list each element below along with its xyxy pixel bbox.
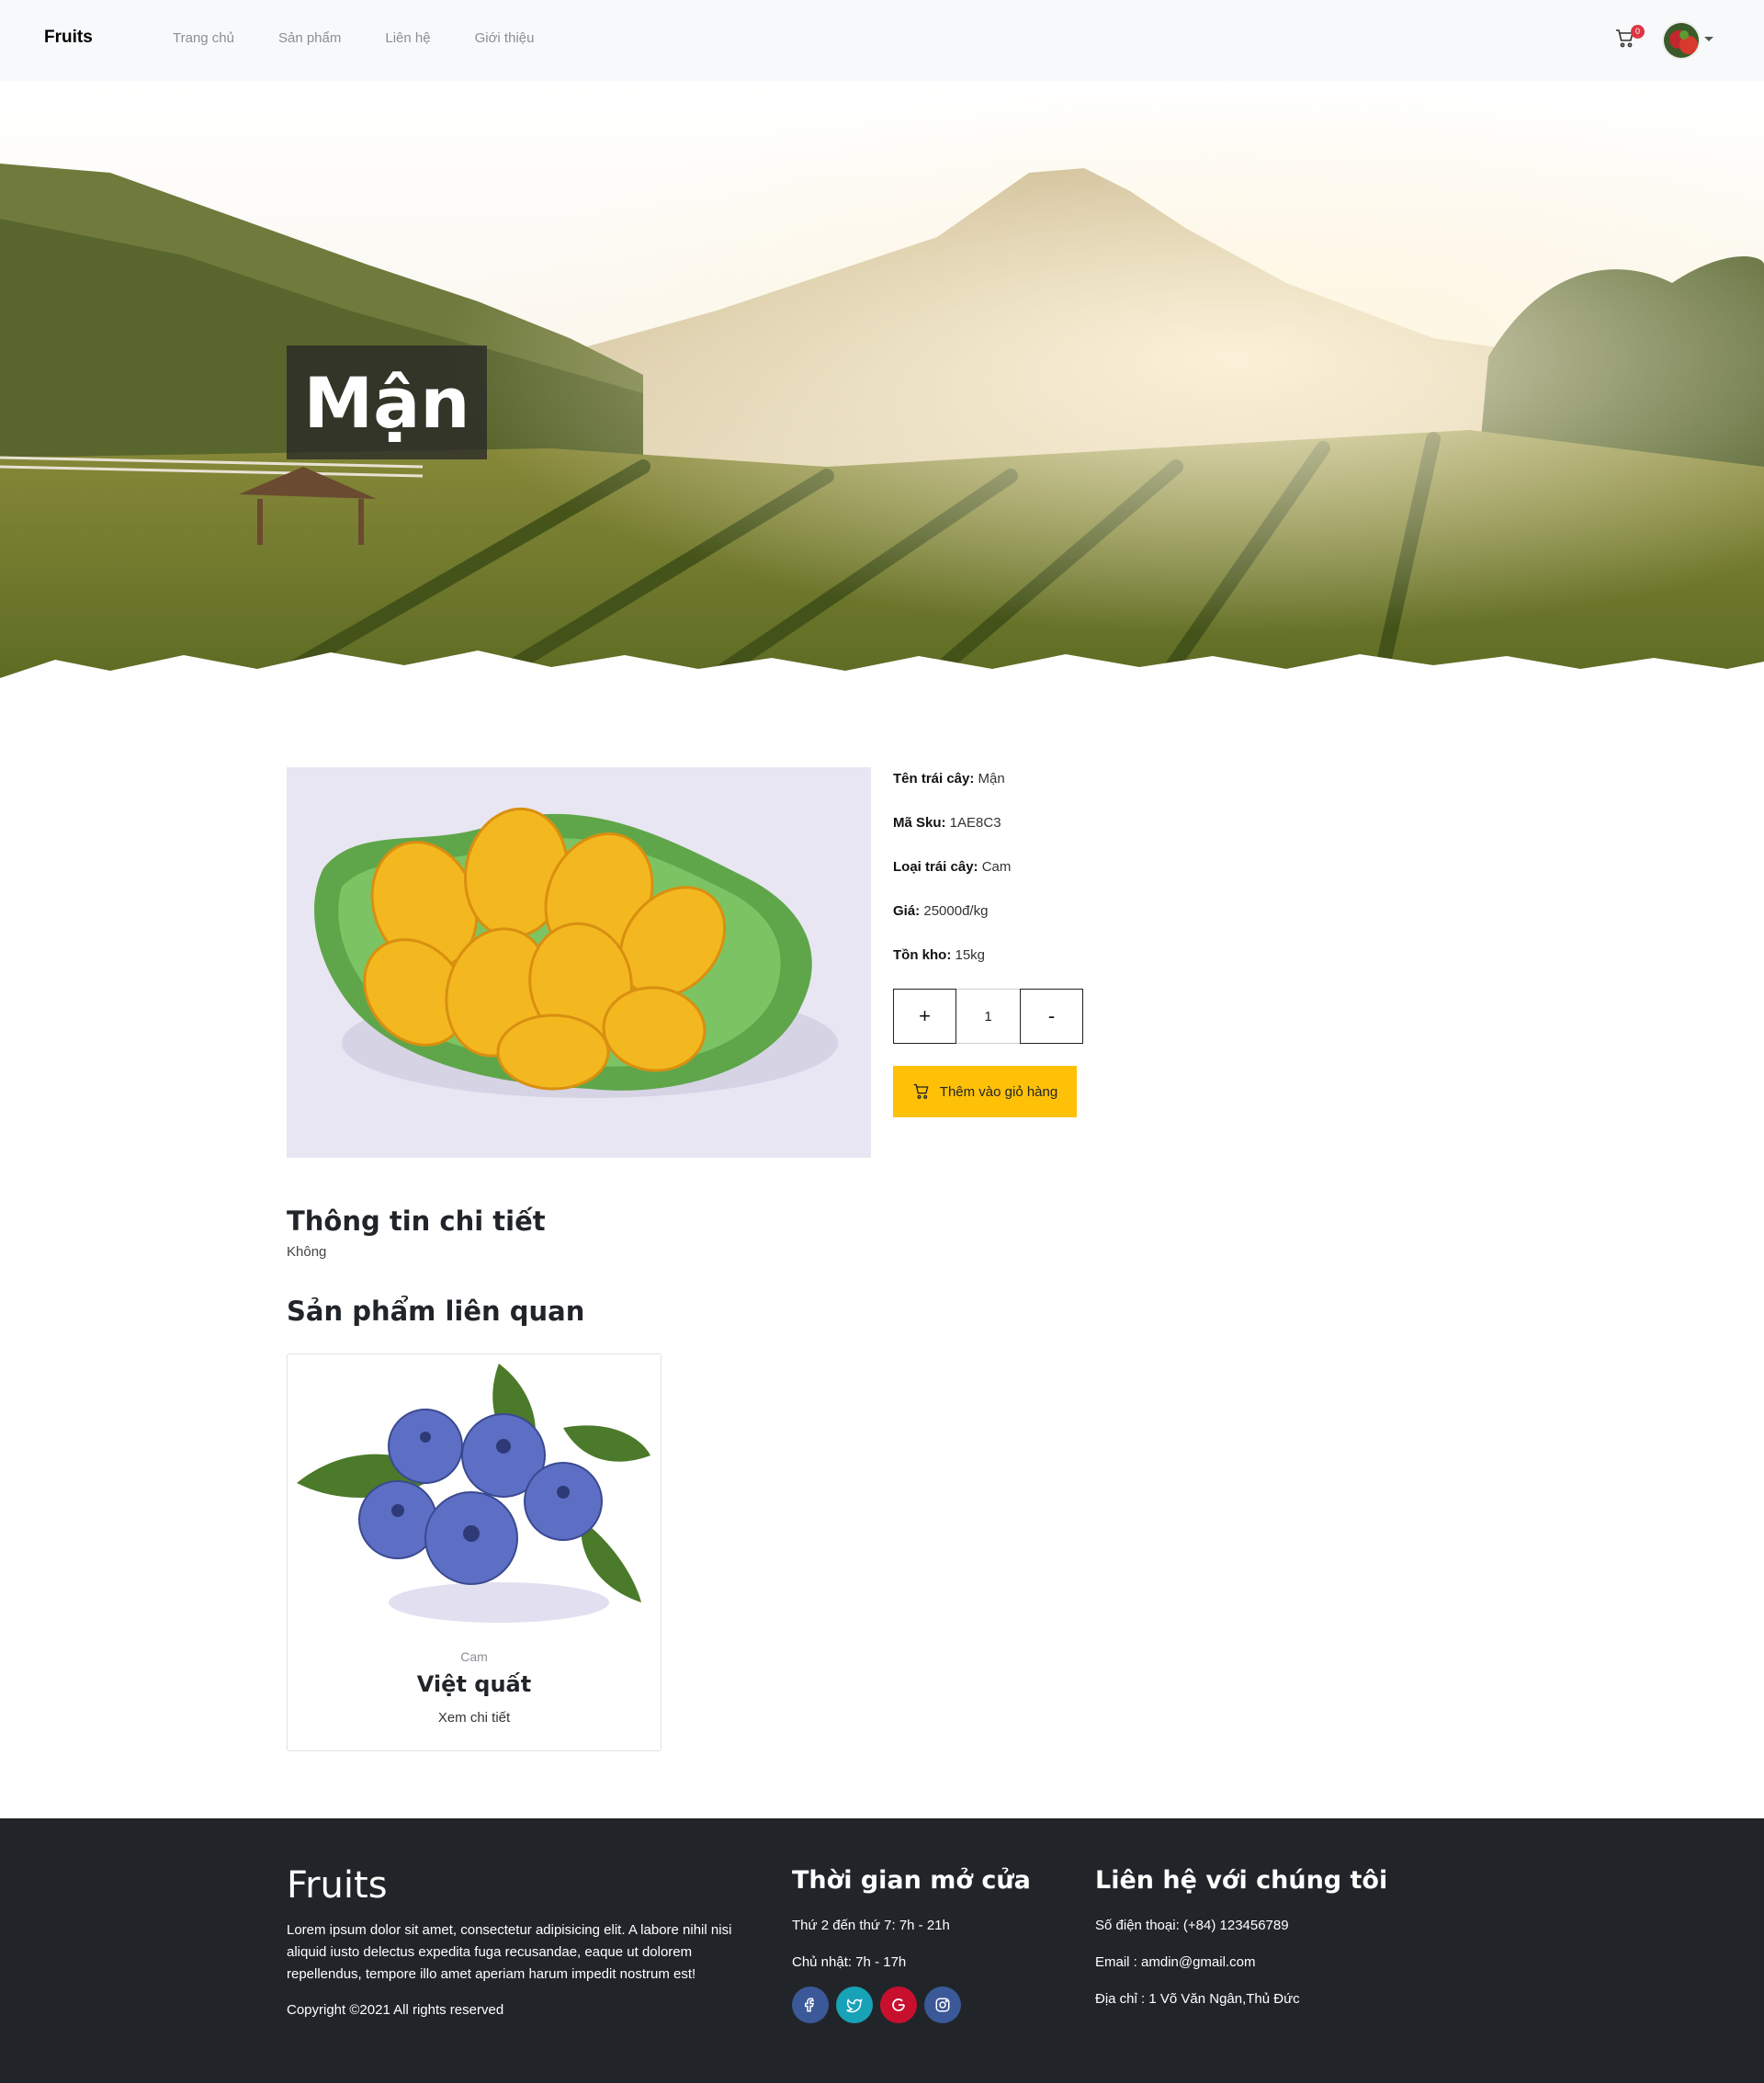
instagram-icon[interactable]: [924, 1987, 961, 2023]
quantity-increase-button[interactable]: +: [893, 989, 956, 1044]
contact-phone: Số điện thoại: (+84) 123456789: [1095, 1918, 1289, 1933]
nav-link-home[interactable]: Trang chủ: [173, 30, 234, 46]
related-product-category: Cam: [460, 1649, 488, 1664]
product-stock-value: 15kg: [951, 947, 986, 963]
user-avatar[interactable]: [1662, 21, 1701, 60]
product-stock-row: Tồn kho: 15kg: [893, 945, 1261, 989]
opening-hours-sunday: Chủ nhật: 7h - 17h: [792, 1954, 907, 1970]
opening-hours-weekdays: Thứ 2 đến thứ 7: 7h - 21h: [792, 1918, 950, 1933]
hero-title: Mận: [303, 361, 470, 444]
quantity-stepper: + -: [893, 989, 1083, 1044]
cart-button[interactable]: 0: [1614, 25, 1645, 55]
product-price-value: 25000đ/kg: [920, 903, 989, 919]
facebook-icon[interactable]: [792, 1987, 829, 2023]
social-links: [792, 1987, 968, 2023]
nav-link-products[interactable]: Sản phẩm: [278, 30, 341, 46]
cart-count-badge: 0: [1631, 25, 1645, 39]
nav-link-about[interactable]: Giới thiệu: [475, 30, 535, 46]
product-price-row: Giá: 25000đ/kg: [893, 900, 1261, 945]
twitter-icon[interactable]: [836, 1987, 873, 2023]
product-type-label: Loại trái cây:: [893, 859, 978, 875]
product-image: [287, 767, 871, 1158]
related-product-card[interactable]: Cam Việt quất Xem chi tiết: [287, 1353, 662, 1751]
related-title: Sản phẩm liên quan: [287, 1296, 585, 1327]
related-product-image: [288, 1354, 661, 1631]
opening-hours-title: Thời gian mở cửa: [792, 1866, 1031, 1895]
quantity-decrease-button[interactable]: -: [1020, 989, 1083, 1044]
hero-banner: Mận: [0, 81, 1764, 696]
product-name-label: Tên trái cây:: [893, 771, 975, 787]
view-details-link[interactable]: Xem chi tiết: [288, 1710, 661, 1726]
contact-title: Liên hệ với chúng tôi: [1095, 1866, 1388, 1895]
cart-icon: [913, 1083, 929, 1099]
details-title: Thông tin chi tiết: [287, 1206, 546, 1237]
product-name-row: Tên trái cây: Mận: [893, 768, 1261, 812]
vineyard-landscape-image: [0, 81, 1764, 696]
navbar: Fruits Trang chủ Sản phẩm Liên hệ Giới t…: [0, 0, 1764, 81]
product-info: Tên trái cây: Mận Mã Sku: 1AE8C3 Loại tr…: [893, 768, 1261, 989]
add-to-cart-label: Thêm vào giỏ hàng: [939, 1083, 1058, 1100]
product-name-value: Mận: [974, 771, 1005, 787]
footer: Fruits Lorem ipsum dolor sit amet, conse…: [0, 1818, 1764, 2083]
google-icon[interactable]: [880, 1987, 917, 2023]
hero-title-box: Mận: [287, 345, 487, 459]
contact-address: Địa chỉ : 1 Võ Văn Ngân,Thủ Đức: [1095, 1991, 1300, 2007]
chevron-down-icon[interactable]: [1704, 37, 1713, 41]
related-product-name: Việt quất: [416, 1671, 532, 1697]
add-to-cart-button[interactable]: Thêm vào giỏ hàng: [893, 1066, 1077, 1117]
details-text: Không: [287, 1244, 327, 1260]
product-type-row: Loại trái cây: Cam: [893, 856, 1261, 900]
footer-description: Lorem ipsum dolor sit amet, consectetur …: [287, 1922, 732, 1982]
quantity-input[interactable]: [956, 989, 1020, 1044]
product-sku-row: Mã Sku: 1AE8C3: [893, 812, 1261, 856]
product-price-label: Giá:: [893, 903, 921, 919]
footer-brand: Fruits: [287, 1864, 388, 1907]
nav-links: Trang chủ Sản phẩm Liên hệ Giới thiệu: [173, 30, 578, 46]
product-stock-label: Tồn kho:: [893, 947, 952, 963]
brand-logo[interactable]: Fruits: [44, 28, 93, 48]
product-sku-label: Mã Sku:: [893, 815, 946, 831]
contact-email: Email : amdin@gmail.com: [1095, 1954, 1256, 1970]
product-type-value: Cam: [978, 859, 1012, 875]
product-sku-value: 1AE8C3: [945, 815, 1001, 831]
nav-link-contact[interactable]: Liên hệ: [385, 30, 430, 46]
footer-copyright: Copyright ©2021 All rights reserved: [287, 2002, 504, 2018]
